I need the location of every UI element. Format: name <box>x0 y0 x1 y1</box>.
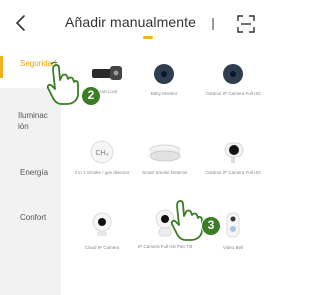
page-title: Añadir manualmente <box>65 14 196 30</box>
device-label: Outdoor IP Camera Full HD <box>205 91 261 96</box>
device-label: 2 in 1 Smoke / gas detector <box>74 170 130 175</box>
device-tile-outdoor-camera-2[interactable]: Outdoor IP Camera Full HD <box>199 140 267 176</box>
device-label: Smart Smoke Detector <box>142 170 188 175</box>
step-badge-3: 3 <box>201 216 221 236</box>
device-label: Baby Monitor <box>150 91 178 96</box>
app-header: Añadir manualmente <box>0 0 270 46</box>
video-bell-icon <box>226 212 240 238</box>
device-tile-outdoor-camera[interactable]: Outdoor IP Camera Full HD <box>199 63 267 97</box>
outdoor-camera-icon <box>224 142 244 163</box>
sidebar-item-label: Energía <box>20 168 49 177</box>
device-label: Video Bell <box>222 245 244 250</box>
sidebar-item-label: Confort <box>20 213 47 222</box>
baby-monitor-icon <box>154 64 174 84</box>
device-tile-2in1-detector[interactable]: CH₄ 2 in 1 Smoke / gas detector <box>68 140 136 176</box>
device-tile-smoke-detector[interactable]: Smart Smoke Detector <box>131 140 199 176</box>
device-tile-baby-monitor[interactable]: Baby Monitor <box>130 63 198 97</box>
sidebar-item-confort[interactable]: Confort <box>0 212 61 223</box>
device-tile-cloud-camera[interactable]: Cloud IP Camera <box>68 211 136 251</box>
smoke-detector-icon <box>149 144 181 162</box>
svg-text:CH₄: CH₄ <box>96 150 109 157</box>
outdoor-camera-icon <box>223 64 243 84</box>
active-indicator <box>0 56 3 78</box>
sidebar-item-iluminacion[interactable]: Iluminación <box>0 110 61 132</box>
hand-pointer-icon <box>46 62 79 105</box>
smart-lock-icon <box>92 66 122 80</box>
scan-frame-icon[interactable] <box>237 15 255 33</box>
cloud-camera-icon <box>92 212 112 236</box>
title-underline <box>143 36 153 39</box>
device-label: Cloud IP Camera <box>84 245 120 250</box>
device-label: Outdoor IP Camera Full HD <box>205 170 261 175</box>
sidebar-item-energia[interactable]: Energía <box>0 167 61 178</box>
device-label: IP Camera Full HD Pan Tilt <box>138 244 192 249</box>
divider-bar <box>212 18 214 30</box>
sidebar-item-label: Iluminación <box>18 111 48 131</box>
step-badge-2: 2 <box>81 86 101 106</box>
chevron-left-icon[interactable] <box>13 14 29 32</box>
smoke-detector-icon: CH₄ <box>90 140 114 164</box>
